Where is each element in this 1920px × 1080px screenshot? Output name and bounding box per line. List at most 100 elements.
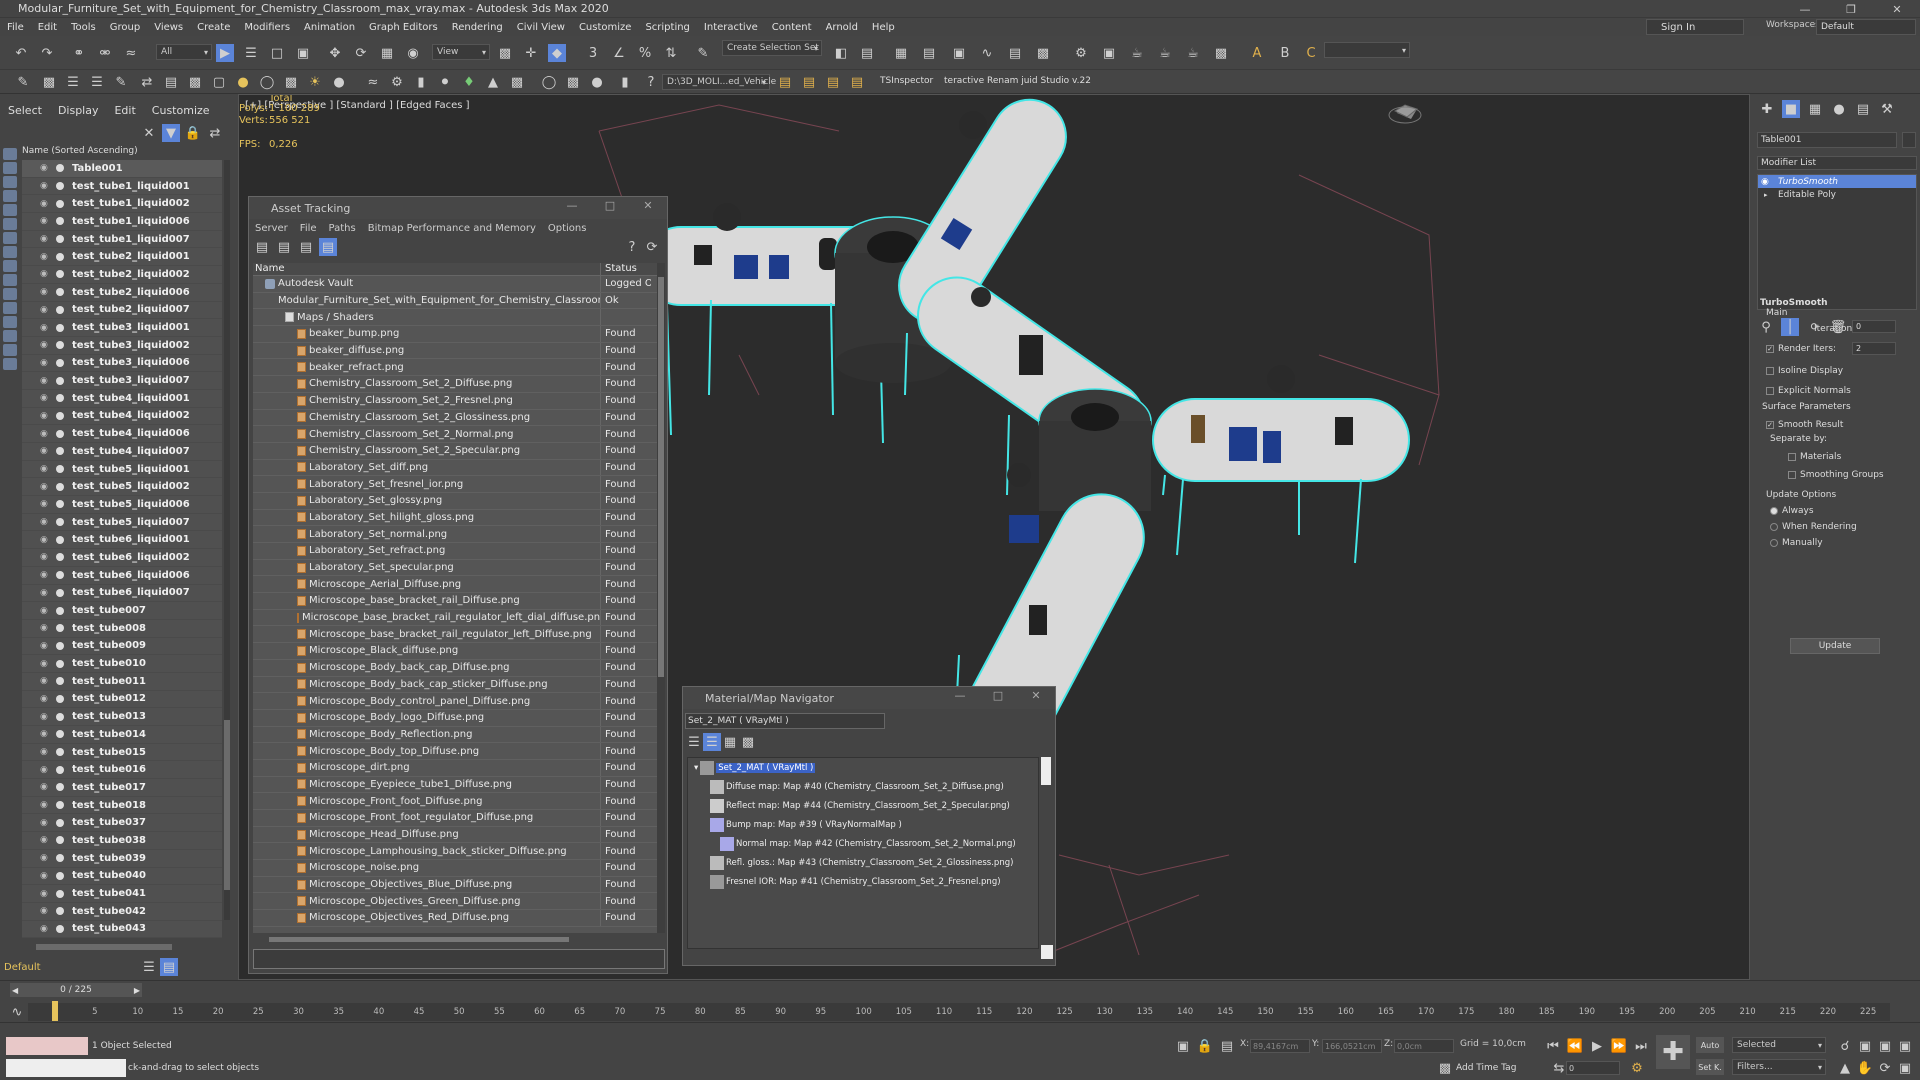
freeze-dot-icon[interactable]: [56, 624, 64, 633]
manually-radio[interactable]: Manually: [1770, 538, 1823, 548]
filter-shapes-icon[interactable]: [3, 162, 17, 174]
visibility-eye-icon[interactable]: ◉: [40, 446, 52, 456]
tab-select[interactable]: Select: [0, 104, 50, 117]
asset-row[interactable]: Microscope_Body_top_Diffuse.png Found: [253, 743, 657, 760]
scene-list-item[interactable]: ◉ test_tube042: [22, 902, 222, 921]
minimize-icon[interactable]: —: [553, 199, 591, 212]
scene-list-item[interactable]: ◉ test_tube1_liquid002: [22, 195, 222, 214]
tool-icon-13[interactable]: ☀: [306, 73, 324, 91]
freeze-dot-icon[interactable]: [56, 411, 64, 420]
toggle-ribbon-icon[interactable]: ▣: [950, 44, 968, 62]
asset-row[interactable]: Maps / Shaders: [253, 309, 657, 327]
material-root[interactable]: ▾ Set_2_MAT ( VRayMtl ): [688, 758, 1038, 777]
filter-bones-icon[interactable]: [3, 260, 17, 272]
scene-list-item[interactable]: ◉ test_tube1_liquid007: [22, 230, 222, 249]
asset-row[interactable]: Microscope_dirt.png Found: [253, 759, 657, 777]
menu-group[interactable]: Group: [103, 22, 147, 33]
asset-row[interactable]: beaker_diffuse.png Found: [253, 342, 657, 360]
eye-icon[interactable]: ◉: [1761, 177, 1769, 187]
orbit-icon[interactable]: ⟳: [1876, 1059, 1894, 1077]
freeze-dot-icon[interactable]: [56, 270, 64, 279]
asset-row[interactable]: Microscope_Lamphousing_back_sticker_Diff…: [253, 843, 657, 861]
scene-list-item[interactable]: ◉ test_tube6_liquid007: [22, 584, 222, 603]
freeze-dot-icon[interactable]: [56, 871, 64, 880]
scene-list-item[interactable]: ◉ test_tube013: [22, 708, 222, 726]
layer-stack-icon[interactable]: ☰: [140, 958, 158, 976]
freeze-dot-icon[interactable]: [56, 358, 64, 367]
freeze-dot-icon[interactable]: [56, 535, 64, 544]
scene-list-item[interactable]: ◉ test_tube2_liquid001: [22, 248, 222, 267]
edit-named-selection-icon[interactable]: ✎: [694, 44, 712, 62]
view-list-icon[interactable]: ☰: [685, 733, 703, 751]
object-name-field[interactable]: Table001: [1757, 132, 1897, 148]
scene-list-item[interactable]: ◉ test_tube011: [22, 672, 222, 691]
filter-icon[interactable]: ▼: [162, 124, 180, 142]
freeze-dot-icon[interactable]: [56, 447, 64, 456]
material-navigator-titlebar[interactable]: Material/Map Navigator — □ ✕: [683, 687, 1055, 709]
y-field[interactable]: 166,0521cm: [1322, 1039, 1382, 1053]
stack-item-editable-poly[interactable]: ▸ Editable Poly: [1758, 188, 1916, 201]
next-key-icon[interactable]: ⏩: [1610, 1037, 1628, 1055]
materials-checkbox[interactable]: Materials: [1788, 452, 1841, 462]
display-tab-icon[interactable]: ▤: [1854, 100, 1872, 118]
menu-modifiers[interactable]: Modifiers: [237, 22, 297, 33]
filter-containers-icon[interactable]: [3, 274, 17, 286]
absolute-transform-icon[interactable]: ▤: [1218, 1037, 1236, 1055]
freeze-dot-icon[interactable]: [56, 677, 64, 686]
move-icon[interactable]: ✥: [326, 44, 344, 62]
view-icon-1[interactable]: ▤: [253, 238, 271, 256]
scene-list-item[interactable]: ◉ Table001: [22, 160, 222, 178]
render-setup-icon[interactable]: ⚙: [1072, 44, 1090, 62]
spinner-snap-icon[interactable]: ⇅: [662, 44, 680, 62]
menu-file[interactable]: File: [0, 22, 31, 33]
asset-row[interactable]: Microscope_Head_Diffuse.png Found: [253, 826, 657, 844]
visibility-eye-icon[interactable]: ◉: [40, 623, 52, 633]
freeze-dot-icon[interactable]: [56, 288, 64, 297]
visibility-eye-icon[interactable]: ◉: [40, 659, 52, 669]
isolate-icon[interactable]: ▣: [1174, 1037, 1192, 1055]
material-map-item[interactable]: Diffuse map: Map #40 (Chemistry_Classroo…: [688, 777, 1038, 796]
scene-list-hscrollbar[interactable]: [36, 944, 172, 950]
material-map-item[interactable]: Normal map: Map #42 (Chemistry_Classroom…: [688, 834, 1038, 853]
visibility-eye-icon[interactable]: ◉: [40, 411, 52, 421]
visibility-eye-icon[interactable]: ◉: [40, 871, 52, 881]
scene-list-item[interactable]: ◉ test_tube6_liquid001: [22, 531, 222, 550]
freeze-dot-icon[interactable]: [56, 323, 64, 332]
tool-icon-14[interactable]: ●: [330, 73, 348, 91]
close-icon[interactable]: ✕: [140, 124, 158, 142]
tool-icon-1[interactable]: ✎: [14, 73, 32, 91]
tool-icon-15[interactable]: ≈: [364, 73, 382, 91]
scene-list-item[interactable]: ◉ test_tube3_liquid007: [22, 372, 222, 390]
visibility-eye-icon[interactable]: ◉: [40, 676, 52, 686]
tab-customize[interactable]: Customize: [144, 104, 218, 117]
render-iters-spinner[interactable]: 2: [1852, 342, 1896, 355]
tool-icon-17[interactable]: ▮: [412, 73, 430, 91]
arnold-c-icon[interactable]: C: [1302, 44, 1320, 62]
freeze-dot-icon[interactable]: [56, 765, 64, 774]
visibility-eye-icon[interactable]: ◉: [40, 570, 52, 580]
set-key-button[interactable]: Set K.: [1696, 1059, 1724, 1075]
freeze-dot-icon[interactable]: [56, 518, 64, 527]
asset-row[interactable]: Laboratory_Set_refract.png Found: [253, 543, 657, 560]
render-iterative-icon[interactable]: ☕: [1156, 44, 1174, 62]
menu-create[interactable]: Create: [190, 22, 237, 33]
asset-grid-scrollbar[interactable]: [657, 263, 665, 933]
folder-icon-1[interactable]: ▤: [776, 73, 794, 91]
tool-icon-7[interactable]: ▤: [162, 73, 180, 91]
material-map-item[interactable]: Bump map: Map #39 ( VRayNormalMap ): [688, 815, 1038, 834]
tool-icon-10[interactable]: ●: [234, 73, 252, 91]
folder-icon-3[interactable]: ▤: [824, 73, 842, 91]
asset-row[interactable]: Microscope_base_bracket_rail_regulator_l…: [253, 609, 657, 627]
visibility-eye-icon[interactable]: ◉: [40, 199, 52, 209]
scene-list-item[interactable]: ◉ test_tube3_liquid002: [22, 336, 222, 355]
maxscript-listener[interactable]: [6, 1037, 88, 1055]
toggle-layer-explorer-icon[interactable]: ▤: [920, 44, 938, 62]
asset-row[interactable]: Microscope_Body_back_cap_sticker_Diffuse…: [253, 676, 657, 694]
visibility-eye-icon[interactable]: ◉: [40, 464, 52, 474]
help-icon[interactable]: ?: [623, 238, 641, 256]
pan-icon[interactable]: ✋: [1856, 1059, 1874, 1077]
close-icon[interactable]: ✕: [1017, 689, 1055, 702]
select-object-icon[interactable]: ▶: [216, 44, 234, 62]
sign-in-dropdown[interactable]: Sign In: [1646, 19, 1744, 35]
menu-tools[interactable]: Tools: [64, 22, 103, 33]
